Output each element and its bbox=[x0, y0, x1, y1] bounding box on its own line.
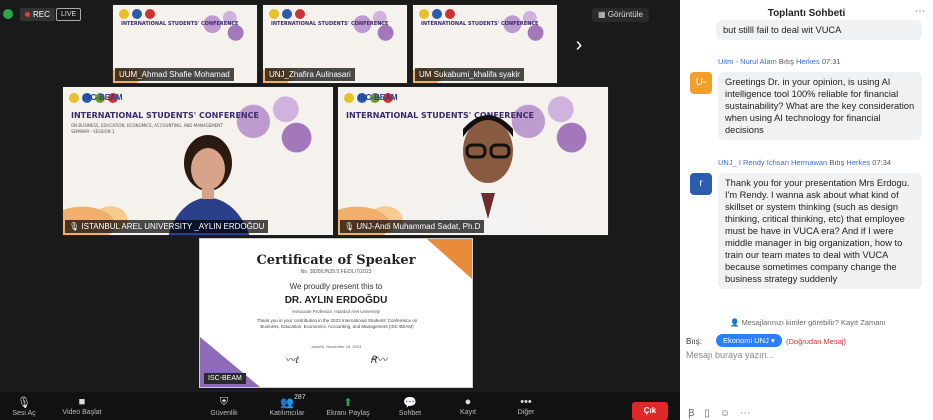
conference-title: INTERNATIONAL STUDENTS' CONFERENCE bbox=[421, 21, 539, 27]
certificate-present-text: We proudly present this to bbox=[289, 282, 383, 291]
message-text: but stilll fail to deal wit VUCA bbox=[723, 25, 842, 35]
chat-message: Greetings Dr. in your opinion, is using … bbox=[718, 72, 922, 140]
chat-message: Thank you for your presentation Mrs Erdo… bbox=[718, 173, 922, 289]
live-badge[interactable]: LIVE bbox=[56, 8, 82, 21]
file-icon[interactable]: ▯ bbox=[704, 408, 720, 419]
view-button[interactable]: ▦ Görüntüle bbox=[592, 8, 649, 22]
microphone-muted-icon: 🎙︎ bbox=[344, 222, 357, 231]
recipient-selector[interactable]: Ekonomi UNJ ▾ bbox=[716, 334, 782, 347]
chat-tools: Ꞵ▯☺⋯ bbox=[688, 405, 760, 419]
signature-left: 〰ℓ bbox=[285, 355, 300, 366]
participants-icon: 👥 bbox=[280, 397, 294, 409]
message-header: Uitm - Nurul Alam Bıtış Herkes 07:31 bbox=[718, 57, 841, 66]
video-icon: ■ bbox=[78, 396, 86, 408]
conference-session: SEMINAR - SESSION 1 bbox=[71, 129, 115, 134]
more-icon: ••• bbox=[520, 396, 532, 408]
leave-meeting-button[interactable]: Çık bbox=[632, 402, 668, 420]
participant-name: UNJ_Zhafira Aulinasari bbox=[265, 68, 355, 81]
chat-button[interactable]: 💬 Sohbet bbox=[390, 396, 430, 417]
certificate-title: Certificate of Speaker bbox=[256, 253, 416, 268]
sender-name: UNJ_ I Rendy Ichsan Hermawan bbox=[718, 158, 828, 167]
emoji-icon[interactable]: ☺ bbox=[720, 408, 740, 419]
format-icon[interactable]: Ꞵ bbox=[688, 408, 704, 419]
certificate-recipient: DR. AYLIN ERDOĞDU bbox=[284, 295, 388, 306]
start-video-button[interactable]: ■ Video Başlat bbox=[62, 396, 102, 416]
to-label: Bıış: bbox=[686, 337, 703, 346]
microphone-muted-icon: 🎙︎ bbox=[69, 222, 82, 231]
sender-avatar[interactable]: r bbox=[690, 173, 712, 195]
people-icon: 👤 bbox=[730, 318, 742, 327]
isc-beam-logo: ISC-BEAM bbox=[83, 93, 123, 102]
record-dot-icon bbox=[25, 12, 30, 18]
grid-icon: ▦ bbox=[598, 10, 608, 19]
sender-name: Uitm - Nurul Alam bbox=[718, 57, 777, 66]
more-button[interactable]: ••• Diğer bbox=[506, 396, 546, 416]
conference-title: INTERNATIONAL STUDENTS' CONFERENCE bbox=[271, 21, 389, 27]
banner-decoration bbox=[495, 7, 553, 50]
banner-decoration bbox=[345, 7, 403, 50]
security-button[interactable]: ⛨ Güvenlik bbox=[202, 396, 246, 417]
direct-message-label: (Doğrudan Mesaj) bbox=[786, 337, 847, 346]
sponsor-logos bbox=[269, 9, 305, 19]
rec-label: REC bbox=[33, 10, 50, 19]
encryption-shield-icon[interactable] bbox=[3, 9, 13, 19]
participant-name: UUM_Ahmad Shafie Mohamad bbox=[115, 68, 234, 81]
record-icon: ● bbox=[464, 396, 472, 408]
shield-icon: ⛨ bbox=[219, 396, 229, 408]
chat-icon: 💬 bbox=[403, 397, 417, 409]
participant-thumbnail[interactable]: INTERNATIONAL STUDENTS' CONFERENCE UUM_A… bbox=[112, 4, 258, 84]
meeting-area: REC LIVE ▦ Görüntüle INTERNATIONAL STUDE… bbox=[0, 0, 680, 420]
zoom-window: REC LIVE ▦ Görüntüle INTERNATIONAL STUDE… bbox=[0, 0, 933, 420]
shared-certificate: Certificate of Speaker No. 3828/UN39.5.F… bbox=[199, 238, 473, 388]
meeting-chat-panel: Toplantı Sohbeti ⋯ but stilll fail to de… bbox=[680, 0, 933, 420]
recording-indicator[interactable]: REC bbox=[20, 8, 55, 21]
share-screen-icon: ⬆ bbox=[343, 397, 353, 409]
share-screen-button[interactable]: ⬆ Ekranı Paylaş bbox=[322, 396, 374, 417]
conference-subtitle: ON BUSINESS, EDUCATION, ECONOMICS, ACCOU… bbox=[71, 123, 223, 128]
chat-message-input[interactable]: Mesajı buraya yazın... bbox=[686, 350, 926, 364]
certificate-number: No. 3828/UN39.5.FE/DL/7/2023 bbox=[300, 269, 372, 275]
chevron-down-icon: ▾ bbox=[770, 336, 775, 345]
certificate-date: Jakarta, November 18, 2023 bbox=[310, 344, 362, 349]
message-text: Thank you for your presentation Mrs Erdo… bbox=[725, 178, 910, 284]
meeting-toolbar: 🎙︎ Sesi Aç ■ Video Başlat ⛨ Güvenlik 👥 287 Ka… bbox=[0, 392, 680, 420]
speaker-video-tile[interactable]: ISC-BEAM INTERNATIONAL STUDENTS' CONFERE… bbox=[337, 86, 609, 236]
certificate-logo: ISC-BEAM bbox=[204, 373, 246, 384]
conference-title: INTERNATIONAL STUDENTS' CONFERENCE bbox=[121, 21, 239, 27]
sponsor-logos bbox=[119, 9, 155, 19]
chat-message: but stilll fail to deal wit VUCA bbox=[716, 20, 922, 40]
chat-title: Toplantı Sohbeti bbox=[767, 8, 846, 19]
sender-avatar[interactable]: U- bbox=[690, 72, 712, 94]
more-icon[interactable]: ⋯ bbox=[740, 408, 760, 419]
isc-beam-logo: ISC-BEAM bbox=[358, 93, 398, 102]
certificate-body: Thank you in your contribution in the 20… bbox=[256, 318, 418, 329]
speaker-video-feed bbox=[433, 115, 543, 235]
banner-decoration bbox=[195, 7, 253, 50]
microphone-icon: 🎙︎ bbox=[17, 397, 31, 409]
participant-thumbnail[interactable]: INTERNATIONAL STUDENTS' CONFERENCE UNJ_Z… bbox=[262, 4, 408, 84]
certificate-role: Associate Professor, Istanbul Arel Unive… bbox=[291, 309, 381, 314]
speaker-video-tile[interactable]: ISC-BEAM INTERNATIONAL STUDENTS' CONFERE… bbox=[62, 86, 334, 236]
participant-name: UM Sukabumi_khalifa syakir bbox=[415, 68, 524, 81]
sponsor-logos bbox=[419, 9, 455, 19]
participants-button[interactable]: 👥 287 Katılımcılar bbox=[262, 394, 312, 417]
chat-options-icon[interactable]: ⋯ bbox=[915, 6, 925, 17]
speaker-name: 🎙︎ ISTANBUL AREL UNIVERSITY _AYLIN ERDOĞ… bbox=[65, 220, 269, 233]
conference-title: INTERNATIONAL STUDENTS' CONFERENCE bbox=[71, 111, 259, 120]
speaker-name: 🎙︎ UNJ-Andi Muhammad Sadat, Ph.D bbox=[340, 220, 485, 233]
record-button[interactable]: ● Kayıt bbox=[448, 396, 488, 416]
signature-right: Ꞧ〰 bbox=[370, 355, 387, 366]
next-page-arrow-icon[interactable]: › bbox=[568, 30, 590, 60]
unmute-button[interactable]: 🎙︎ Sesi Aç bbox=[6, 396, 42, 417]
message-text: Greetings Dr. in your opinion, is using … bbox=[725, 77, 915, 135]
participant-count: 287 bbox=[294, 394, 306, 401]
message-header: UNJ_ I Rendy Ichsan Hermawan Bıtış Herke… bbox=[718, 158, 892, 167]
view-label: Görüntüle bbox=[607, 10, 643, 19]
chat-visibility-notice[interactable]: 👤 Mesajlarınızı kimler görebilir? Kayıt … bbox=[730, 318, 886, 327]
participant-thumbnail[interactable]: INTERNATIONAL STUDENTS' CONFERENCE UM Su… bbox=[412, 4, 558, 84]
